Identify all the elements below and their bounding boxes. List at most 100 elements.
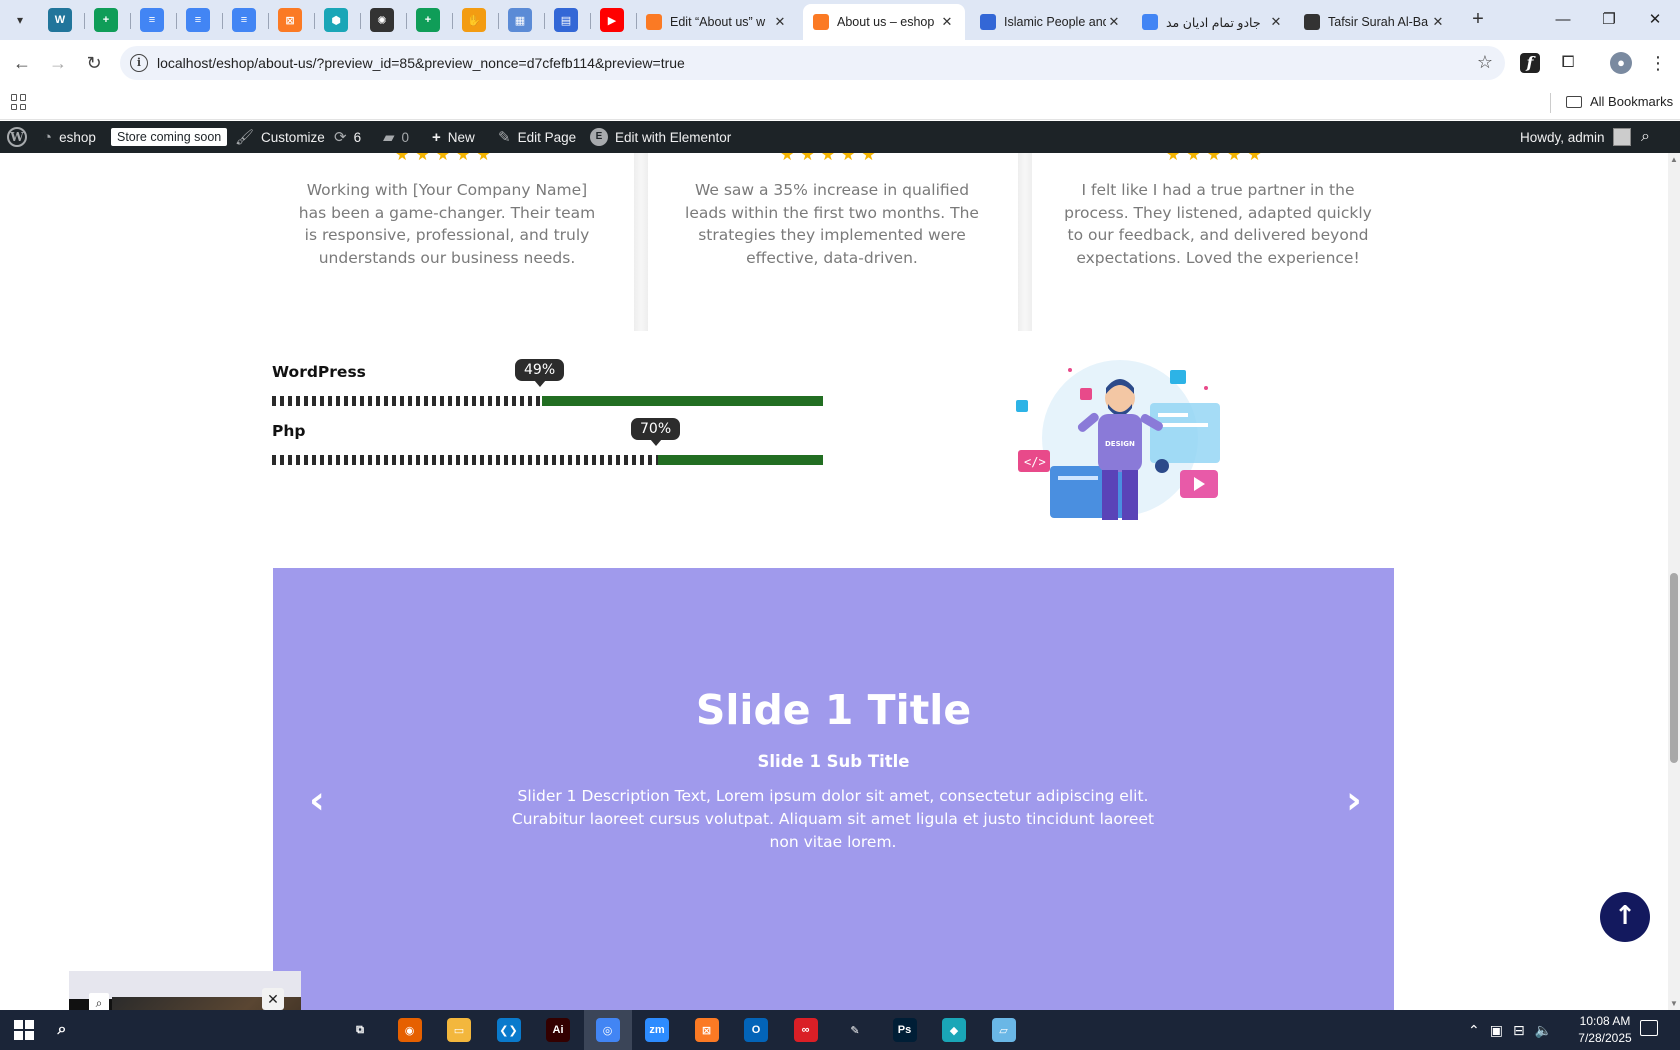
- elementor-icon: E: [590, 128, 608, 146]
- url-text[interactable]: localhost/eshop/about-us/?preview_id=85&…: [157, 55, 685, 71]
- updates-link[interactable]: ⟳ 6: [334, 121, 361, 153]
- tab-separator: [498, 13, 499, 29]
- taskbar-app[interactable]: ▱: [980, 1010, 1028, 1050]
- taskbar-app[interactable]: zm: [633, 1010, 681, 1050]
- sheets-icon[interactable]: +: [416, 8, 440, 32]
- tray-chevron-up-icon[interactable]: ⌃: [1468, 1022, 1480, 1039]
- restore-icon[interactable]: ❐: [1586, 6, 1632, 34]
- taskbar-app[interactable]: Ai: [534, 1010, 582, 1050]
- tray-app-icon[interactable]: ▣: [1490, 1022, 1503, 1039]
- notification-center-icon[interactable]: [1640, 1020, 1658, 1036]
- hand-icon[interactable]: ✋: [462, 8, 486, 32]
- taskbar-app[interactable]: ◉: [386, 1010, 434, 1050]
- star-icon: ★: [800, 153, 815, 164]
- bookmark-star-icon[interactable]: ☆: [1477, 52, 1493, 73]
- taskbar-clock[interactable]: 10:08 AM 7/28/2025: [1560, 1013, 1650, 1047]
- customize-link[interactable]: 🖌 Customize: [235, 121, 325, 153]
- taskbar-app[interactable]: ⊠: [683, 1010, 731, 1050]
- edit-elementor-link[interactable]: E Edit with Elementor: [590, 121, 731, 153]
- site-info-icon[interactable]: i: [130, 54, 148, 72]
- openai-icon[interactable]: ✺: [370, 8, 394, 32]
- scrollbar-thumb[interactable]: [1670, 573, 1678, 763]
- extensions-puzzle-icon[interactable]: ⧠: [1556, 51, 1580, 75]
- browser-toolbar: ← → ↻ i localhost/eshop/about-us/?previe…: [0, 40, 1680, 86]
- gem-app-icon: ◆: [942, 1018, 966, 1042]
- taskbar-search-icon[interactable]: ⌕: [46, 1010, 78, 1050]
- taskbar-app[interactable]: ❮❯: [485, 1010, 533, 1050]
- browser-menu-icon[interactable]: ⋮: [1646, 51, 1670, 75]
- tab-separator: [176, 13, 177, 29]
- minimize-icon[interactable]: —: [1540, 6, 1586, 34]
- tab-search-icon[interactable]: ▾: [8, 8, 32, 32]
- edit-page-label: Edit Page: [517, 129, 577, 145]
- forms-icon[interactable]: ▤: [554, 8, 578, 32]
- docs-icon[interactable]: ≡: [140, 8, 164, 32]
- back-to-top-arrow-icon[interactable]: ↑: [1600, 892, 1650, 942]
- youtube-icon[interactable]: ▶: [600, 8, 624, 32]
- address-bar[interactable]: i localhost/eshop/about-us/?preview_id=8…: [120, 46, 1505, 80]
- slider-prev-chevron-icon[interactable]: ‹: [302, 781, 332, 819]
- tab-close-icon[interactable]: ✕: [1106, 14, 1122, 30]
- forward-icon[interactable]: →: [46, 51, 70, 75]
- page-scrollbar[interactable]: ▲ ▼: [1668, 153, 1680, 1010]
- preview-close-icon[interactable]: ✕: [262, 988, 284, 1010]
- zoom-icon: zm: [645, 1018, 669, 1042]
- close-window-icon[interactable]: ✕: [1632, 6, 1678, 34]
- taskbar-app[interactable]: O: [732, 1010, 780, 1050]
- tab-close-icon[interactable]: ✕: [1268, 14, 1284, 30]
- skill-percent-tooltip: 49%: [515, 359, 565, 387]
- hexagon-app-icon[interactable]: ⬢: [324, 8, 348, 32]
- taskbar-app[interactable]: ✎: [831, 1010, 879, 1050]
- xampp-icon[interactable]: ⊠: [278, 8, 302, 32]
- network-icon[interactable]: ⊟: [1513, 1022, 1525, 1039]
- scroll-down-icon[interactable]: ▼: [1668, 999, 1680, 1008]
- tab-close-icon[interactable]: ✕: [939, 14, 955, 30]
- browser-tab[interactable]: Tafsir Surah Al-Ba ✕: [1294, 4, 1456, 40]
- howdy-label: Howdy, admin: [1520, 129, 1605, 145]
- admin-search-icon[interactable]: ⌕: [1641, 121, 1650, 153]
- hero-slider[interactable]: Slide 1 Title Slide 1 Sub Title Slider 1…: [273, 568, 1394, 1010]
- slider-next-chevron-icon[interactable]: ›: [1339, 781, 1369, 819]
- browser-tab[interactable]: Edit “About us” w ✕: [636, 4, 798, 40]
- new-content-link[interactable]: + New: [432, 121, 475, 153]
- back-icon[interactable]: ←: [10, 51, 34, 75]
- forms-icon: [980, 14, 996, 30]
- tab-separator: [268, 13, 269, 29]
- browser-tab[interactable]: جادو تمام ادیان مد ✕: [1132, 4, 1294, 40]
- new-tab-icon[interactable]: +: [1466, 8, 1490, 32]
- reload-icon[interactable]: ↻: [82, 51, 106, 75]
- skill-label: Php: [272, 422, 306, 440]
- apps-grid-icon[interactable]: [11, 94, 27, 110]
- scroll-up-icon[interactable]: ▲: [1668, 155, 1680, 164]
- start-windows-icon[interactable]: [0, 1010, 48, 1050]
- star-rating: ★ ★ ★ ★ ★: [395, 153, 491, 164]
- howdy-account-menu[interactable]: Howdy, admin: [1520, 121, 1631, 153]
- docs-icon[interactable]: ≡: [232, 8, 256, 32]
- tab-close-icon[interactable]: ✕: [772, 14, 788, 30]
- taskbar-app[interactable]: Ps: [881, 1010, 929, 1050]
- creative-cloud-icon: ∞: [793, 1018, 818, 1042]
- calculator-icon[interactable]: ▦: [508, 8, 532, 32]
- browser-tab[interactable]: About us – eshop ✕: [803, 4, 965, 40]
- comments-link[interactable]: ▰ 0: [383, 121, 409, 153]
- taskbar-app[interactable]: ∞: [782, 1010, 830, 1050]
- taskbar-app[interactable]: ⧉: [336, 1010, 384, 1050]
- site-name-link[interactable]: ◔ eshop: [43, 121, 96, 153]
- edit-page-link[interactable]: ✎ Edit Page: [498, 121, 576, 153]
- docs-icon[interactable]: ≡: [186, 8, 210, 32]
- taskbar-app[interactable]: ▭: [435, 1010, 483, 1050]
- taskbar-app[interactable]: ◆: [930, 1010, 978, 1050]
- wp-logo-button[interactable]: W: [7, 121, 27, 153]
- store-status-badge[interactable]: Store coming soon: [111, 121, 228, 153]
- all-bookmarks-button[interactable]: All Bookmarks: [1566, 94, 1673, 109]
- font-extension-icon[interactable]: f: [1520, 53, 1540, 73]
- sheets-icon[interactable]: +: [94, 8, 118, 32]
- volume-icon[interactable]: 🔈: [1535, 1022, 1552, 1039]
- profile-avatar-icon[interactable]: ●: [1610, 52, 1632, 74]
- wordpress-icon[interactable]: W: [48, 8, 72, 32]
- tab-close-icon[interactable]: ✕: [1430, 14, 1446, 30]
- browser-tab[interactable]: Islamic People and ✕: [970, 4, 1132, 40]
- taskbar-app[interactable]: ◎: [583, 1010, 632, 1050]
- comments-count: 0: [401, 129, 410, 145]
- tab-title: Islamic People and: [1004, 15, 1106, 29]
